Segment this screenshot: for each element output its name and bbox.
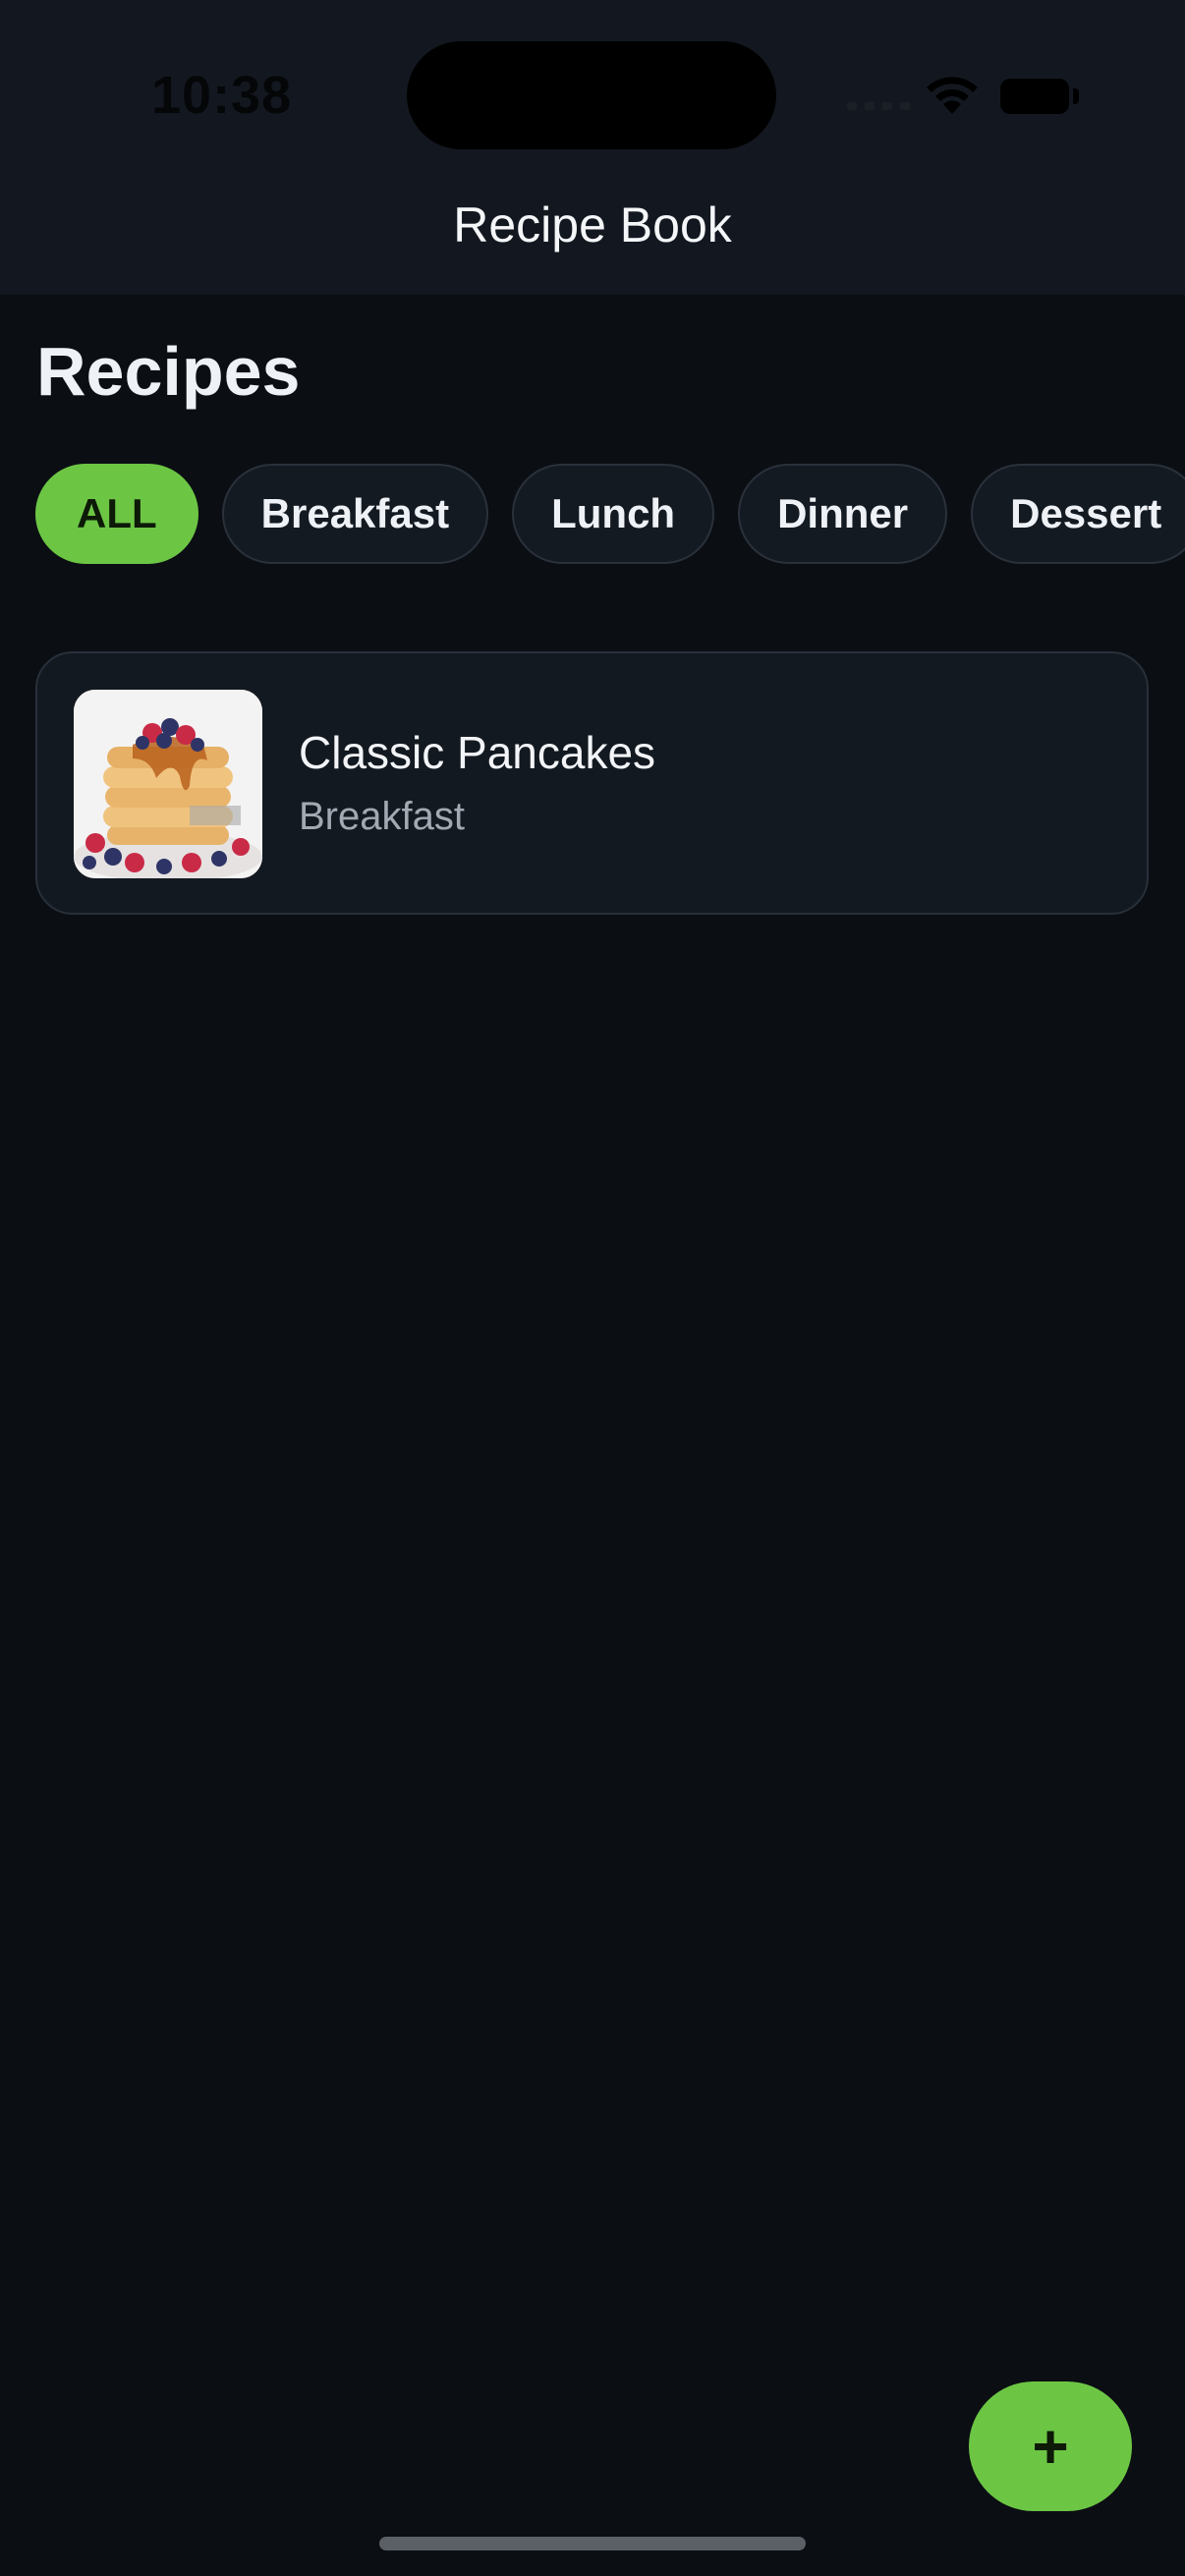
page-title: Recipes [36,333,301,410]
nav-title: Recipe Book [453,197,732,252]
battery-icon [1000,79,1069,114]
home-indicator [379,2537,806,2550]
top-bar: 10:38 Recipe Book [0,0,1185,295]
recipe-category: Breakfast [299,795,465,838]
recipe-title: Classic Pancakes [299,727,656,778]
status-time: 10:38 [151,66,293,125]
add-recipe-button[interactable]: + [969,2381,1132,2511]
filter-chip-dessert[interactable]: Dessert [971,464,1185,564]
pancake-image-icon [74,690,262,878]
filter-chip-all[interactable]: ALL [35,464,198,564]
filter-chip-dinner[interactable]: Dinner [738,464,948,564]
wifi-icon [927,77,978,114]
recipe-thumbnail [74,690,262,878]
category-filter-bar: ALL Breakfast Lunch Dinner Dessert [35,464,1185,568]
recipe-card[interactable]: Classic Pancakes Breakfast [35,651,1149,915]
cellular-signal-icon [847,102,910,110]
filter-chip-breakfast[interactable]: Breakfast [221,464,489,564]
filter-chip-lunch[interactable]: Lunch [512,464,715,564]
battery-tip [1073,88,1079,104]
dynamic-island [407,41,776,149]
